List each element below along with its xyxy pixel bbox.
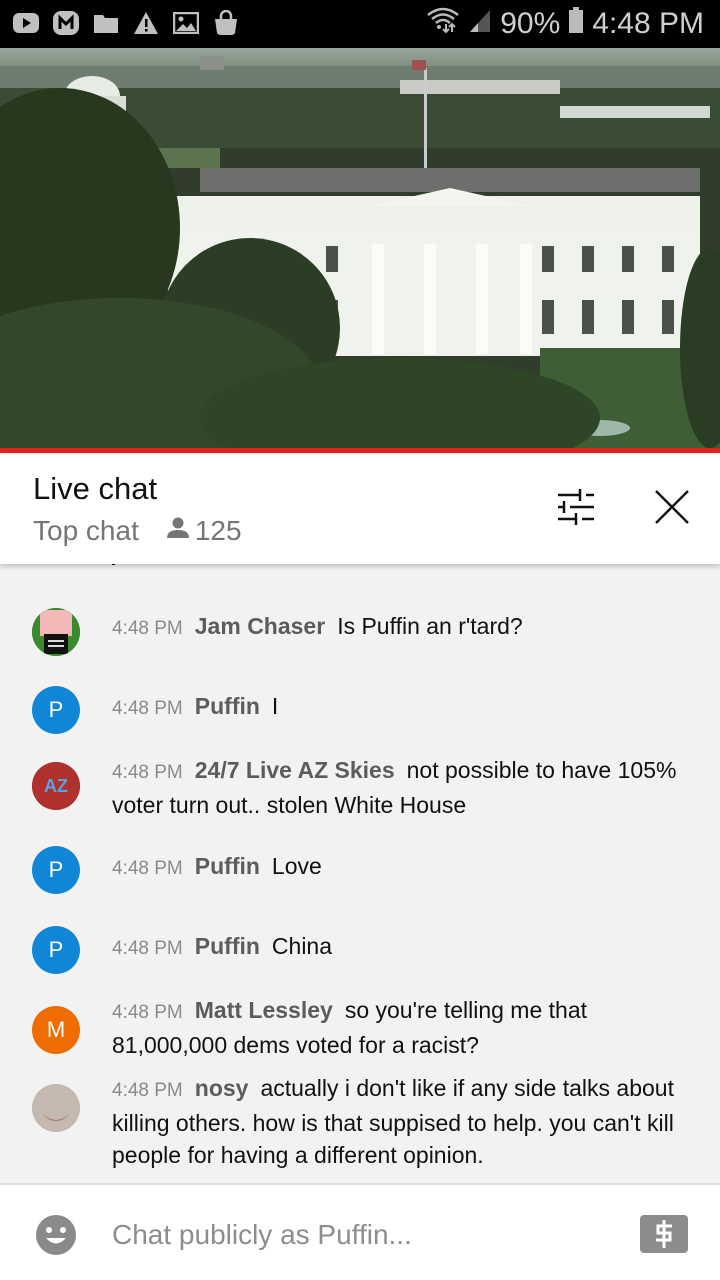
video-player[interactable] <box>0 48 720 451</box>
avatar[interactable]: P <box>32 686 80 734</box>
message-text: Is Puffin an r'tard? <box>337 613 523 639</box>
avatar[interactable]: M <box>32 1006 80 1054</box>
viewer-count: 125 <box>165 515 242 547</box>
avatar-letter: M <box>46 1017 66 1042</box>
emoji-icon <box>36 1215 76 1255</box>
avatar-letter: P <box>48 937 64 962</box>
avatar-letter: P <box>48 857 64 882</box>
wifi-icon <box>426 7 460 41</box>
message-author[interactable]: Jam Chaser <box>195 613 325 639</box>
video-frame-white-house <box>0 48 720 451</box>
shopping-bag-icon <box>212 10 240 36</box>
emoji-button[interactable] <box>36 1215 76 1255</box>
avatar[interactable] <box>32 608 80 656</box>
notification-icons <box>12 10 240 36</box>
folder-icon <box>92 10 120 36</box>
close-chat-button[interactable] <box>648 483 696 531</box>
avatar[interactable]: AZ <box>32 762 80 810</box>
message-author[interactable]: Puffin <box>195 693 260 719</box>
clock: 4:48 PM <box>592 7 704 40</box>
message-text: China <box>271 933 333 959</box>
message-timestamp: 4:48 PM <box>112 762 183 783</box>
message-author[interactable]: Puffin <box>195 853 260 879</box>
message-body: 4:48 PM Matt Lessley so you're telling me … <box>112 994 692 1061</box>
chat-mode-label[interactable]: Top chat <box>33 515 139 547</box>
live-chat-header: Live chat Top chat 125 <box>0 453 720 564</box>
message-author[interactable]: nosy <box>195 1075 249 1101</box>
message-timestamp: 4:48 PM <box>112 1002 183 1023</box>
youtube-icon <box>12 10 40 36</box>
message-body: 4:48 PM 24/7 Live AZ Skies not possible to… <box>112 754 692 821</box>
message-body: 4:48 PM nosy actually i don't like if any … <box>112 1072 692 1171</box>
viewer-count-value: 125 <box>194 515 242 546</box>
message-text: Love <box>271 853 322 879</box>
signal-icon <box>468 7 492 41</box>
avatar[interactable]: P <box>32 846 80 894</box>
battery-icon <box>568 6 584 42</box>
message-timestamp: 4:48 PM <box>112 938 183 959</box>
system-status: 90% 4:48 PM <box>426 6 704 42</box>
message-timestamp: 4:48 PM <box>112 858 183 879</box>
message-text: so you're telling me that 81,000,000 dem… <box>112 997 588 1058</box>
message-author[interactable]: Puffin <box>195 933 260 959</box>
chat-title: Live chat <box>33 471 158 506</box>
chat-input-bar <box>0 1183 720 1280</box>
message-author[interactable]: Matt Lessley <box>195 997 333 1023</box>
m-app-icon <box>52 10 80 36</box>
message-timestamp: 4:48 PM <box>112 618 183 639</box>
chat-filter-button[interactable] <box>552 483 600 531</box>
message-body: 4:48 PM Puffin Love <box>112 850 692 885</box>
avatar-letter: P <box>48 697 64 722</box>
message-timestamp: 4:48 PM <box>112 1080 183 1101</box>
emoji-row-icon <box>313 564 443 570</box>
warning-icon <box>132 10 160 36</box>
svg-text:AZ: AZ <box>44 776 68 796</box>
gallery-icon <box>172 10 200 36</box>
chat-message-input[interactable] <box>112 1213 592 1257</box>
partial-message-cutoff <box>112 564 443 570</box>
battery-percent: 90% <box>500 7 561 40</box>
chat-mode-selector[interactable]: Top chat 125 <box>33 515 242 547</box>
chat-message-list[interactable]: 4:48 PM Jam Chaser Is Puffin an r'tard? P … <box>0 564 720 1184</box>
message-text: I <box>271 693 279 719</box>
dollar-icon <box>656 1220 672 1248</box>
person-icon <box>165 515 191 547</box>
message-body: 4:48 PM Jam Chaser Is Puffin an r'tard? <box>112 610 692 645</box>
message-timestamp: 4:48 PM <box>112 698 183 719</box>
close-icon <box>655 490 689 524</box>
message-body: 4:48 PM Puffin China <box>112 930 692 965</box>
super-chat-button[interactable] <box>640 1215 688 1253</box>
message-body: 4:48 PM Puffin I <box>112 690 692 725</box>
avatar[interactable]: P <box>32 926 80 974</box>
status-bar: 90% 4:48 PM <box>0 0 720 48</box>
message-author[interactable]: 24/7 Live AZ Skies <box>195 757 395 783</box>
avatar[interactable] <box>32 1084 80 1132</box>
sliders-icon <box>558 489 594 525</box>
